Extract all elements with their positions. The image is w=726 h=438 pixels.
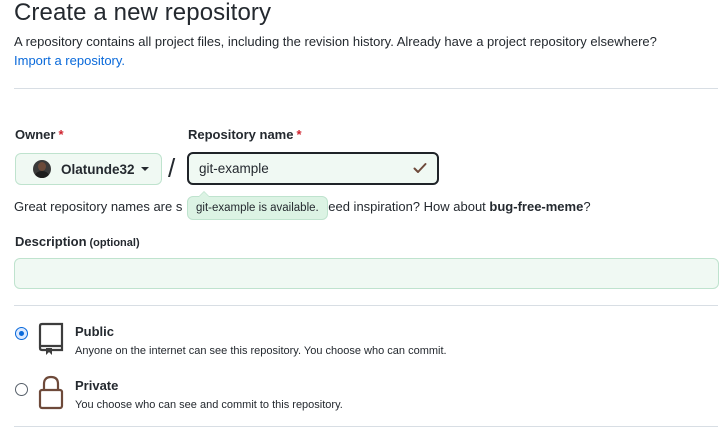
- import-repository-link[interactable]: Import a repository.: [14, 51, 125, 71]
- owner-select-button[interactable]: Olatunde32: [15, 153, 162, 185]
- public-description: Anyone on the internet can see this repo…: [75, 345, 447, 357]
- owner-name: Olatunde32: [61, 161, 135, 177]
- private-title: Private: [75, 378, 119, 393]
- page-title: Create a new repository: [14, 0, 272, 26]
- description-input[interactable]: [14, 258, 719, 289]
- hint-prefix: Great repository names are s: [14, 199, 183, 214]
- private-description: You choose who can see and commit to thi…: [75, 399, 343, 411]
- name-suggestion: bug-free-meme: [489, 199, 584, 214]
- check-icon: [413, 163, 427, 173]
- owner-required-marker: *: [58, 127, 64, 142]
- owner-label-text: Owner: [15, 127, 56, 142]
- description-label: Description (optional): [15, 234, 140, 249]
- owner-repo-separator: /: [168, 153, 176, 183]
- public-title: Public: [75, 324, 115, 339]
- public-radio[interactable]: [15, 327, 28, 340]
- description-optional-note: (optional): [89, 237, 140, 249]
- bottom-divider: [14, 426, 718, 427]
- avatar: [33, 160, 51, 178]
- availability-tooltip: git-example is available.: [187, 191, 328, 220]
- top-divider: [14, 88, 718, 89]
- repo-icon: [38, 322, 64, 355]
- private-radio[interactable]: [15, 383, 28, 396]
- chevron-down-icon: [140, 167, 149, 171]
- description-label-text: Description: [15, 234, 87, 249]
- hint-middle: leed inspiration? How about: [325, 199, 490, 214]
- page-subtitle: A repository contains all project files,…: [14, 34, 657, 49]
- repo-name-label: Repository name *: [188, 127, 302, 142]
- repo-name-label-text: Repository name: [188, 127, 294, 142]
- middle-divider: [14, 305, 718, 306]
- hint-suffix: ?: [583, 199, 591, 214]
- repository-name-input[interactable]: [187, 152, 439, 185]
- lock-icon: [38, 375, 64, 410]
- repo-name-required-marker: *: [296, 127, 302, 142]
- owner-label: Owner *: [15, 127, 64, 142]
